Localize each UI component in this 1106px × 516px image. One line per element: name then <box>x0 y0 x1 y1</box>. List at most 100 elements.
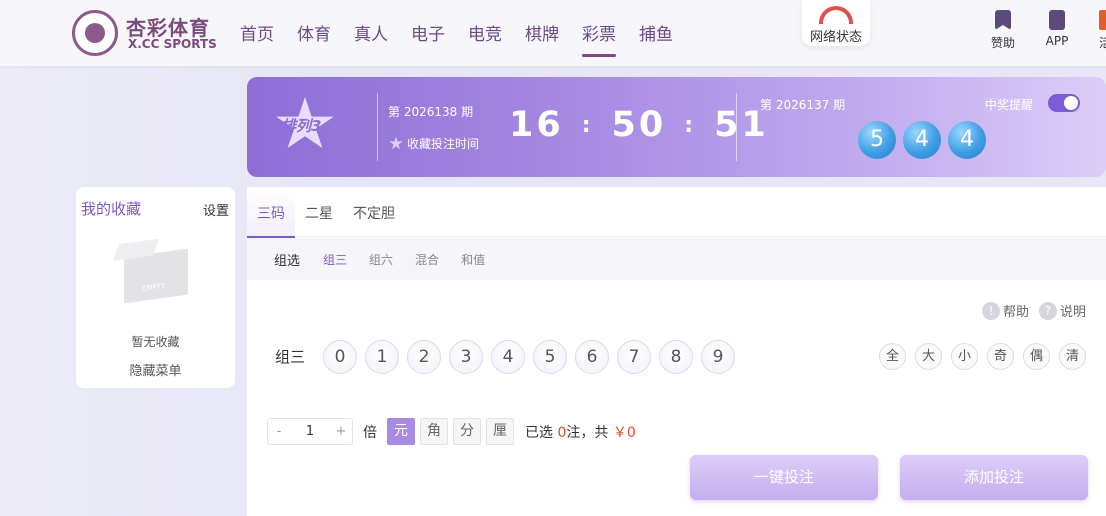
fav-time-button[interactable]: 收藏投注时间 <box>389 135 479 152</box>
unit-li-button[interactable]: 厘 <box>486 418 514 445</box>
favorites-title: 我的收藏 <box>81 200 142 218</box>
number-ball[interactable]: 3 <box>449 340 483 374</box>
quick-select: 全 大 小 奇 偶 清 <box>879 343 1095 370</box>
win-alert-label: 中奖提醒 <box>985 98 1034 112</box>
explain-label: 说明 <box>1059 305 1086 320</box>
logo-text-en: X.CC SPORTS <box>128 37 217 51</box>
number-ball[interactable]: 1 <box>365 340 399 374</box>
unit-yuan-button[interactable]: 元 <box>387 418 415 445</box>
selected-prefix: 已选 <box>525 424 553 441</box>
tab-unfixed[interactable]: 不定胆 <box>343 187 405 237</box>
network-status-button[interactable]: 网络状态 <box>802 0 870 46</box>
quick-big-button[interactable]: 大 <box>915 343 942 370</box>
number-ball[interactable]: 6 <box>575 340 609 374</box>
multiplier-input[interactable]: 1 <box>290 419 330 444</box>
add-bet-button[interactable]: 添加投注 <box>900 455 1088 500</box>
app-button[interactable]: APP <box>1037 10 1077 48</box>
decrement-button[interactable]: - <box>268 419 290 444</box>
question-icon: ? <box>1038 301 1057 320</box>
app-label: APP <box>1045 34 1069 48</box>
quick-even-button[interactable]: 偶 <box>1023 343 1050 370</box>
nav-fishing[interactable]: 捕鱼 <box>639 20 673 56</box>
unit-fen-button[interactable]: 分 <box>453 418 481 445</box>
countdown-timer: 16 : 50 : 51 <box>509 105 769 145</box>
help-links: ! 帮助 ? 说明 <box>972 301 1086 320</box>
bookmark-icon <box>995 10 1011 30</box>
nav-lottery[interactable]: 彩票 <box>582 20 616 57</box>
subtab-sum[interactable]: 和值 <box>461 251 485 268</box>
quick-all-button[interactable]: 全 <box>879 343 906 370</box>
countdown-separator: : <box>684 112 697 138</box>
number-picker: 0 1 2 3 4 5 6 7 8 9 <box>323 340 743 374</box>
lottery-name: 排列3 <box>281 117 322 135</box>
gauge-icon <box>819 6 853 24</box>
gift-icon <box>1099 10 1106 30</box>
nav-live[interactable]: 真人 <box>354 20 388 56</box>
last-result: 5 4 4 <box>858 121 993 159</box>
activity-label: 活 <box>1099 36 1106 50</box>
number-ball[interactable]: 5 <box>533 340 567 374</box>
main-nav: 首页 体育 真人 电子 电竞 棋牌 彩票 捕鱼 <box>240 20 696 57</box>
nav-home[interactable]: 首页 <box>240 20 274 56</box>
sponsor-button[interactable]: 赞助 <box>983 10 1023 51</box>
result-ball: 5 <box>858 121 896 159</box>
number-ball[interactable]: 4 <box>491 340 525 374</box>
quick-clear-button[interactable]: 清 <box>1059 343 1086 370</box>
divider <box>377 93 378 161</box>
result-ball: 4 <box>903 121 941 159</box>
favorites-empty-text: 暂无收藏 <box>131 335 180 349</box>
phone-icon <box>1049 10 1065 30</box>
nav-cards[interactable]: 棋牌 <box>525 20 559 56</box>
help-link[interactable]: ! 帮助 <box>981 301 1029 320</box>
fav-time-label: 收藏投注时间 <box>407 137 480 151</box>
current-period: 第 2026138 期 <box>388 105 474 119</box>
subtab-group6[interactable]: 组六 <box>369 251 393 268</box>
lottery-banner: 排列3 第 2026138 期 收藏投注时间 16 : 50 : 51 第 20… <box>247 77 1106 177</box>
number-ball[interactable]: 9 <box>701 340 735 374</box>
quick-bet-button[interactable]: 一键投注 <box>690 455 878 500</box>
tab-three-digit[interactable]: 三码 <box>247 187 295 238</box>
number-ball[interactable]: 7 <box>617 340 651 374</box>
bet-summary: 已选 0注，共 ￥0 <box>525 422 636 442</box>
win-alert-toggle[interactable] <box>1048 94 1080 112</box>
quick-small-button[interactable]: 小 <box>951 343 978 370</box>
exclamation-icon: ! <box>981 301 1000 320</box>
logo-emblem-icon <box>72 10 118 56</box>
unit-jiao-button[interactable]: 角 <box>420 418 448 445</box>
site-logo[interactable]: 杏彩体育 X.CC SPORTS <box>72 10 222 56</box>
favorites-panel: 我的收藏 设置 暂无收藏 隐藏菜单 <box>76 187 235 388</box>
subtab-group-label: 组选 <box>274 253 301 269</box>
favorites-settings-link[interactable]: 设置 <box>203 200 229 219</box>
number-ball[interactable]: 2 <box>407 340 441 374</box>
nav-esports[interactable]: 电竞 <box>468 20 502 56</box>
nav-sports[interactable]: 体育 <box>297 20 331 56</box>
help-label: 帮助 <box>1002 305 1029 320</box>
divider <box>736 93 737 161</box>
top-header: 杏彩体育 X.CC SPORTS 首页 体育 真人 电子 电竞 棋牌 彩票 捕鱼… <box>0 0 1106 66</box>
network-status-label: 网络状态 <box>809 30 862 45</box>
sponsor-label: 赞助 <box>990 36 1015 50</box>
activity-button[interactable]: 活 <box>1099 10 1106 50</box>
hide-menu-link[interactable]: 隐藏菜单 <box>76 360 235 379</box>
empty-box-icon <box>124 248 188 304</box>
quick-odd-button[interactable]: 奇 <box>987 343 1014 370</box>
times-label: 倍 <box>363 424 377 441</box>
increment-button[interactable]: + <box>330 419 352 444</box>
row-label: 组三 <box>275 348 306 366</box>
explain-link[interactable]: ? 说明 <box>1038 301 1086 320</box>
number-ball[interactable]: 0 <box>323 340 357 374</box>
multiplier-stepper: - 1 + <box>267 418 353 445</box>
total-amount: ￥0 <box>612 424 636 441</box>
tab-two-star[interactable]: 二星 <box>295 187 343 237</box>
nav-slots[interactable]: 电子 <box>411 20 445 56</box>
subtab-group3[interactable]: 组三 <box>323 251 347 268</box>
number-ball[interactable]: 8 <box>659 340 693 374</box>
last-period: 第 2026137 期 <box>760 98 846 112</box>
result-ball: 4 <box>948 121 986 159</box>
sub-tabs: 组选 组三 组六 混合 和值 <box>247 238 1106 280</box>
play-tabs: 三码 二星 不定胆 <box>247 187 1106 238</box>
countdown-hours: 16 <box>509 105 564 145</box>
subtab-mixed[interactable]: 混合 <box>415 251 439 268</box>
selected-mid: 注，共 <box>566 424 609 441</box>
bet-settings: - 1 + 倍 元 角 分 厘 已选 0注，共 ￥0 <box>267 418 636 445</box>
